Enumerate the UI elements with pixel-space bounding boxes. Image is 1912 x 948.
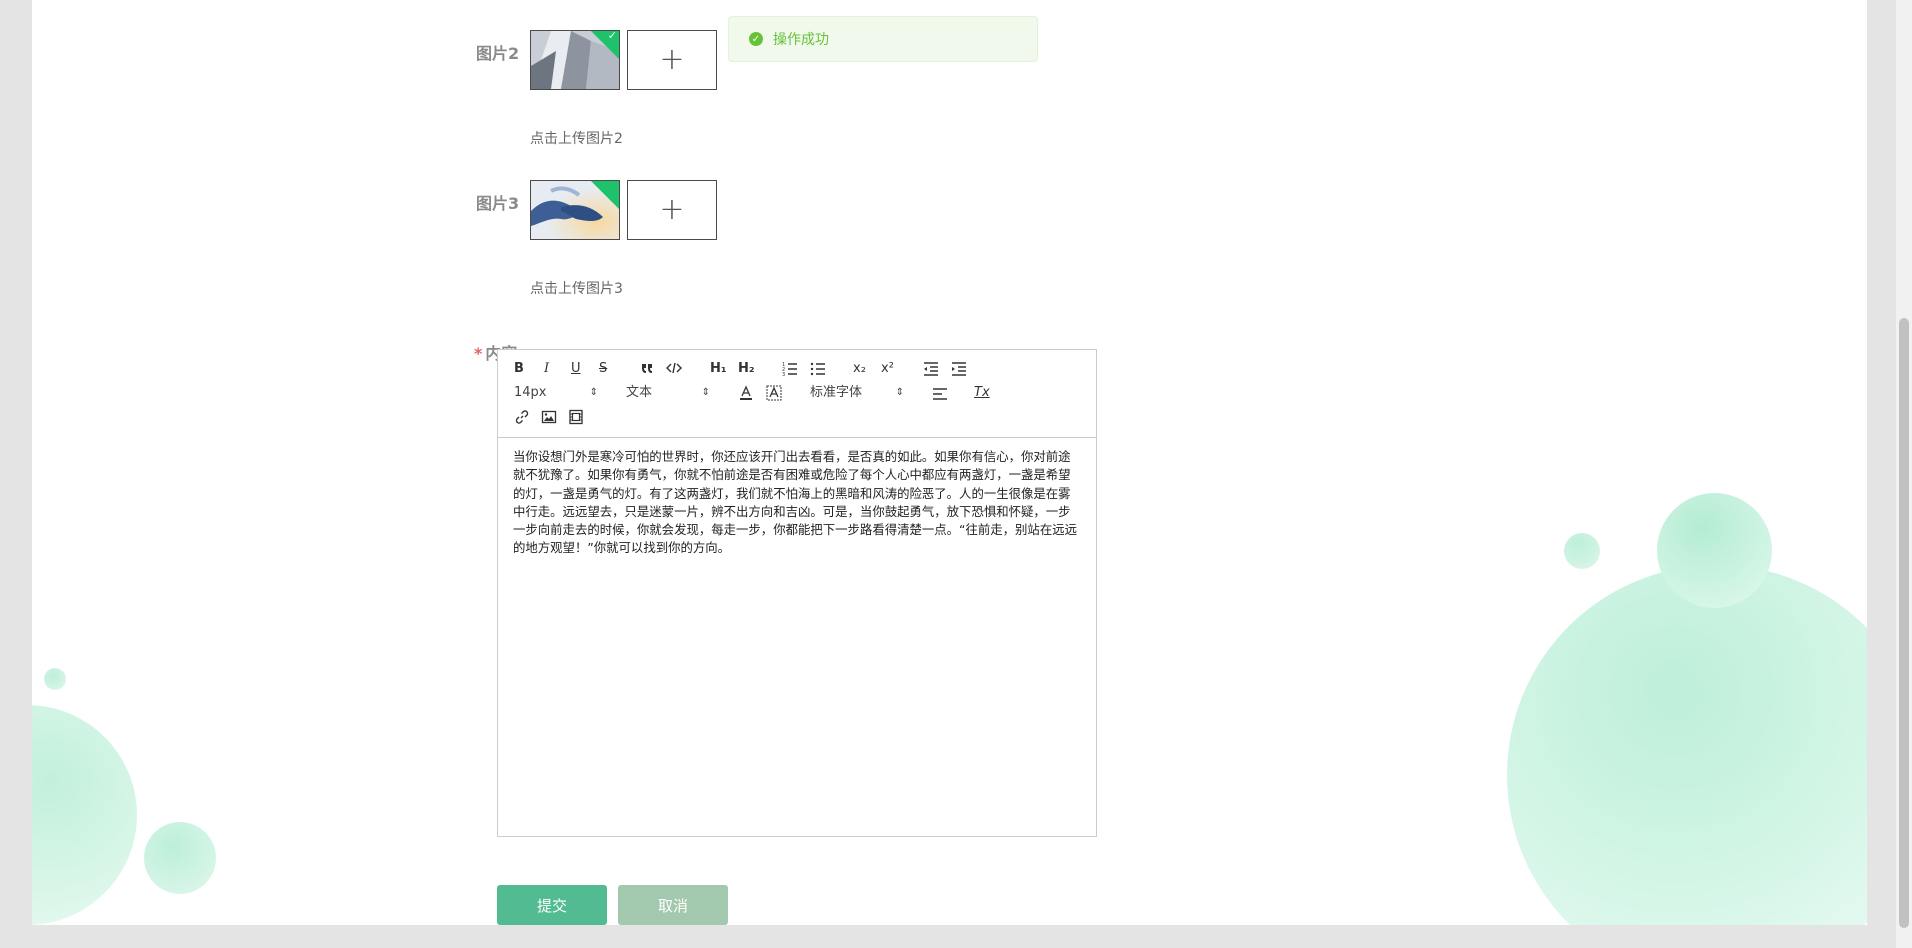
clean-format-button[interactable]: Tx bbox=[974, 384, 990, 402]
font-family-select[interactable]: 标准字体 ⇕ bbox=[810, 384, 904, 402]
image3-upload-button[interactable]: + bbox=[627, 180, 717, 240]
plus-icon: + bbox=[659, 192, 685, 227]
image2-label: 图片2 bbox=[476, 44, 520, 63]
select-arrow-icon: ⇕ bbox=[701, 387, 710, 398]
background-color-icon[interactable] bbox=[766, 385, 782, 401]
header-1-button[interactable]: H₁ bbox=[710, 360, 727, 378]
italic-button[interactable]: I bbox=[544, 360, 549, 378]
scrollbar-thumb[interactable] bbox=[1899, 318, 1909, 928]
decorative-bubble bbox=[1564, 533, 1600, 569]
header-select[interactable]: 文本 ⇕ bbox=[626, 384, 710, 402]
ordered-list-icon[interactable]: 123 bbox=[782, 361, 798, 377]
header-2-button[interactable]: H₂ bbox=[738, 360, 755, 378]
blockquote-icon[interactable] bbox=[639, 360, 655, 376]
font-family-value: 标准字体 bbox=[810, 385, 863, 400]
select-arrow-icon: ⇕ bbox=[589, 387, 598, 398]
link-icon[interactable] bbox=[514, 409, 530, 425]
header-value: 文本 bbox=[626, 385, 653, 400]
subscript-button[interactable]: x₂ bbox=[853, 360, 866, 378]
superscript-button[interactable]: x² bbox=[881, 360, 894, 378]
check-icon: ✓ bbox=[607, 30, 617, 42]
submit-button[interactable]: 提交 bbox=[497, 885, 607, 925]
image-icon[interactable] bbox=[541, 409, 557, 425]
plus-icon: + bbox=[659, 42, 685, 77]
required-mark: * bbox=[474, 344, 483, 363]
code-block-icon[interactable] bbox=[666, 360, 682, 376]
decorative-bubble bbox=[1507, 565, 1867, 925]
editor-content-area[interactable]: 当你设想门外是寒冷可怕的世界时，你还应该开门出去看看，是否真的如此。如果你有信心… bbox=[498, 438, 1096, 558]
toast-message: 操作成功 bbox=[773, 32, 829, 48]
select-arrow-icon: ⇕ bbox=[895, 387, 904, 398]
rich-text-editor: B I U S H₁ H₂ 123 x₂ x² 14px ⇕ 文本 ⇕ 标准字体… bbox=[497, 349, 1097, 837]
image2-upload-button[interactable]: + bbox=[627, 30, 717, 90]
bold-button[interactable]: B bbox=[514, 360, 524, 378]
vertical-scrollbar[interactable] bbox=[1896, 0, 1912, 948]
cancel-button[interactable]: 取消 bbox=[618, 885, 728, 925]
underline-button[interactable]: U bbox=[571, 360, 581, 378]
bullet-list-icon[interactable] bbox=[810, 361, 826, 377]
decorative-bubble bbox=[44, 668, 66, 690]
outdent-icon[interactable] bbox=[923, 361, 939, 377]
image3-hint: 点击上传图片3 bbox=[530, 281, 623, 297]
decorative-bubble bbox=[1657, 493, 1772, 608]
font-size-select[interactable]: 14px ⇕ bbox=[514, 384, 598, 402]
svg-text:3: 3 bbox=[782, 372, 785, 377]
image2-hint: 点击上传图片2 bbox=[530, 131, 623, 147]
image3-thumbnail[interactable] bbox=[530, 180, 620, 240]
decorative-bubble bbox=[32, 705, 137, 925]
text-color-icon[interactable] bbox=[738, 385, 754, 401]
check-circle-icon: ✓ bbox=[749, 32, 763, 46]
image2-thumbnail[interactable]: ✓ bbox=[530, 30, 620, 90]
indent-icon[interactable] bbox=[951, 361, 967, 377]
align-icon[interactable] bbox=[932, 386, 948, 402]
video-icon[interactable] bbox=[568, 409, 584, 425]
font-size-value: 14px bbox=[514, 385, 547, 400]
image3-label: 图片3 bbox=[476, 194, 520, 213]
upload-success-marker bbox=[591, 181, 619, 209]
decorative-bubble bbox=[144, 822, 216, 894]
strike-button[interactable]: S bbox=[599, 360, 607, 378]
page-bottom-edge bbox=[0, 925, 1896, 948]
success-toast: ✓ 操作成功 bbox=[728, 16, 1038, 62]
editor-toolbar: B I U S H₁ H₂ 123 x₂ x² 14px ⇕ 文本 ⇕ 标准字体… bbox=[498, 350, 1096, 438]
